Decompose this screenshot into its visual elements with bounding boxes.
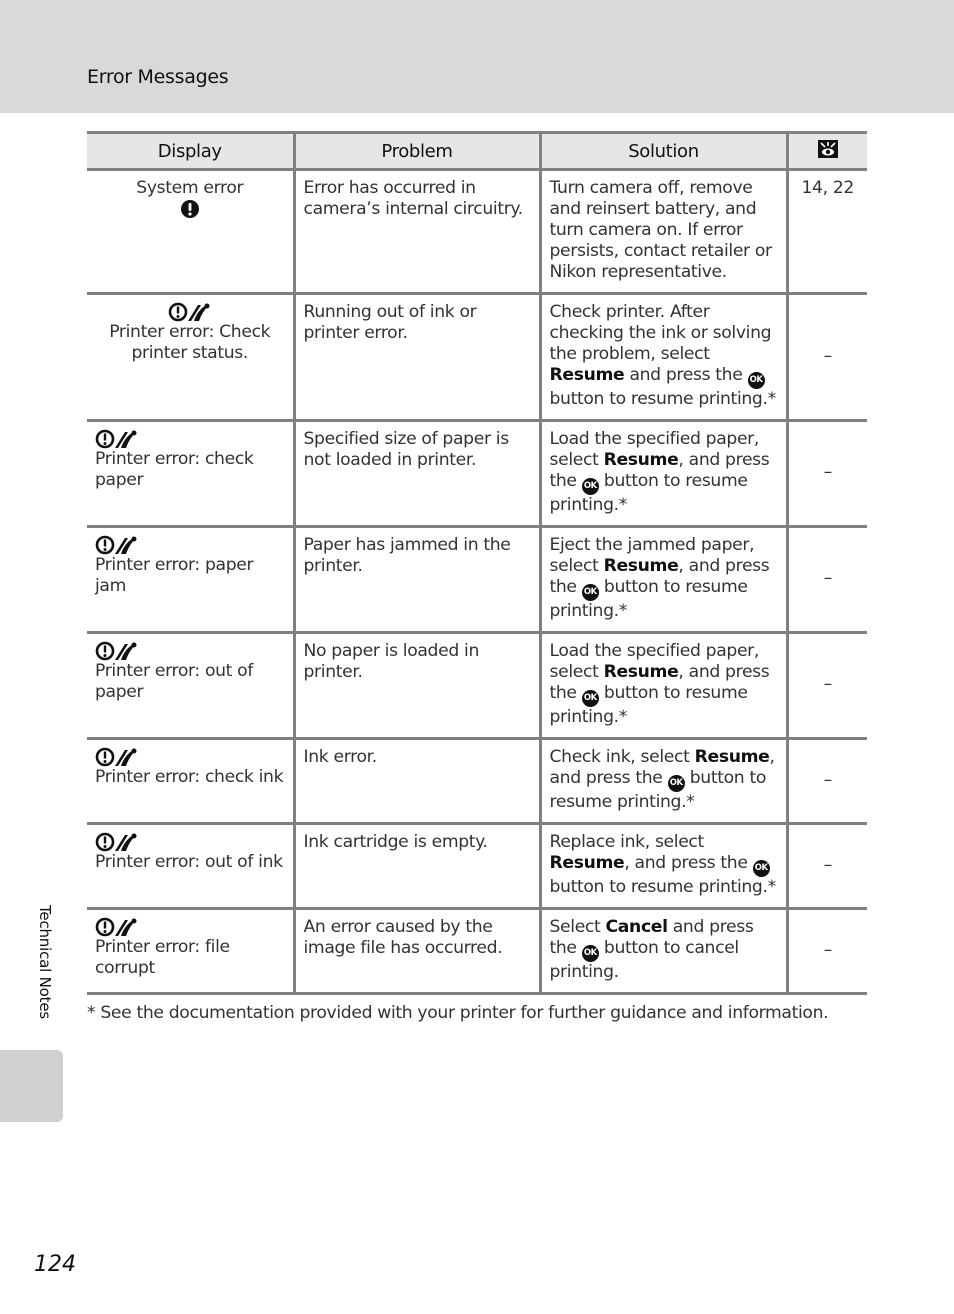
table-row: Printer error: out of paper No paper is l… (87, 632, 867, 740)
display-text: Printer error: out of paper (95, 661, 254, 702)
solution-text: Select (549, 917, 606, 937)
solution-text: and press the (624, 365, 748, 385)
ok-button-icon: OK (581, 584, 599, 601)
column-header-display: Display (87, 131, 294, 171)
reference-cell: – (785, 908, 867, 995)
display-text: Printer error: out of ink (95, 852, 283, 872)
table-row: Printer error: out of ink Ink cartridge i… (87, 823, 867, 910)
reference-cell: 14, 22 (785, 169, 867, 295)
printer-error-icon (95, 747, 285, 767)
column-header-reference (785, 131, 867, 171)
display-cell: Printer error: out of ink (87, 823, 294, 910)
table-row: Printer error: Check printer status. Runn… (87, 293, 867, 422)
reference-cell: – (785, 632, 867, 740)
solution-text: button to resume printing.* (549, 389, 777, 409)
display-cell: Printer error: check ink (87, 738, 294, 825)
ok-button-icon: OK (752, 860, 770, 877)
ok-button-icon: OK (581, 945, 599, 962)
display-cell: Printer error: check paper (87, 420, 294, 528)
menu-option-name: Resume (549, 365, 625, 385)
menu-option-name: Resume (603, 662, 679, 682)
display-cell: System error (87, 169, 294, 295)
header-band (0, 0, 954, 113)
ok-button-icon: OK (747, 372, 765, 389)
display-cell: Printer error: Check printer status. (87, 293, 294, 422)
error-messages-table: Display Problem Solution System error Err… (87, 131, 867, 995)
warning-exclamation-icon (95, 199, 285, 219)
printer-error-icon (95, 429, 285, 449)
printer-error-icon (95, 302, 285, 322)
problem-cell: An error caused by the image file has oc… (292, 908, 540, 995)
problem-cell: Error has occurred in camera’s internal … (292, 169, 540, 295)
display-cell: Printer error: out of paper (87, 632, 294, 740)
display-text: Printer error: paper jam (95, 555, 254, 596)
display-text: Printer error: check paper (95, 449, 254, 490)
solution-cell: Replace ink, select Resume, and press th… (538, 823, 787, 910)
printer-error-icon (95, 917, 285, 937)
solution-cell: Load the specified paper, select Resume,… (538, 632, 787, 740)
problem-cell: Ink error. (292, 738, 540, 825)
footnote: * See the documentation provided with yo… (87, 1003, 829, 1023)
solution-cell: Check printer. After checking the ink or… (538, 293, 787, 422)
solution-cell: Load the specified paper, select Resume,… (538, 420, 787, 528)
solution-text: Replace ink, select (549, 832, 705, 852)
ok-button-icon: OK (667, 775, 685, 792)
display-text: Printer error: Check printer status. (109, 322, 271, 363)
table-header-row: Display Problem Solution (87, 131, 867, 171)
menu-option-name: Cancel (605, 917, 668, 937)
solution-text: Turn camera off, remove and reinsert bat… (549, 178, 773, 282)
printer-error-icon (95, 535, 285, 555)
solution-text: Check printer. After checking the ink or… (549, 302, 772, 364)
table-row: Printer error: check ink Ink error. Check … (87, 738, 867, 825)
page-number: 124 (34, 1252, 76, 1277)
display-cell: Printer error: file corrupt (87, 908, 294, 995)
column-header-solution: Solution (538, 131, 787, 171)
problem-cell: No paper is loaded in printer. (292, 632, 540, 740)
problem-cell: Ink cartridge is empty. (292, 823, 540, 910)
solution-cell: Eject the jammed paper, select Resume, a… (538, 526, 787, 634)
display-text: Printer error: file corrupt (95, 937, 230, 978)
printer-error-icon (95, 832, 285, 852)
reference-icon (817, 139, 838, 158)
side-tab-marker (0, 1050, 63, 1122)
solution-text: button to resume printing.* (549, 877, 777, 897)
problem-cell: Running out of ink or printer error. (292, 293, 540, 422)
solution-cell: Turn camera off, remove and reinsert bat… (538, 169, 787, 295)
table-row: Printer error: check paper Specified size… (87, 420, 867, 528)
table-row: Printer error: paper jam Paper has jammed… (87, 526, 867, 634)
reference-cell: – (785, 823, 867, 910)
printer-error-icon (95, 641, 285, 661)
problem-cell: Specified size of paper is not loaded in… (292, 420, 540, 528)
ok-button-icon: OK (581, 690, 599, 707)
reference-cell: – (785, 293, 867, 422)
reference-cell: – (785, 738, 867, 825)
menu-option-name: Resume (694, 747, 770, 767)
solution-cell: Check ink, select Resume, and press the … (538, 738, 787, 825)
solution-text: Check ink, select (549, 747, 695, 767)
menu-option-name: Resume (549, 853, 625, 873)
reference-cell: – (785, 526, 867, 634)
menu-option-name: Resume (603, 556, 679, 576)
menu-option-name: Resume (603, 450, 679, 470)
display-cell: Printer error: paper jam (87, 526, 294, 634)
table-row: System error Error has occurred in camera… (87, 169, 867, 295)
solution-cell: Select Cancel and press the OK button to… (538, 908, 787, 995)
solution-text: , and press the (624, 853, 753, 873)
reference-cell: – (785, 420, 867, 528)
ok-button-icon: OK (581, 478, 599, 495)
problem-cell: Paper has jammed in the printer. (292, 526, 540, 634)
column-header-problem: Problem (292, 131, 540, 171)
display-text: Printer error: check ink (95, 767, 284, 787)
table-row: Printer error: file corrupt An error caus… (87, 908, 867, 995)
section-title: Error Messages (87, 66, 229, 88)
side-tab-label: Technical Notes (36, 905, 54, 1019)
display-text: System error (136, 178, 244, 198)
